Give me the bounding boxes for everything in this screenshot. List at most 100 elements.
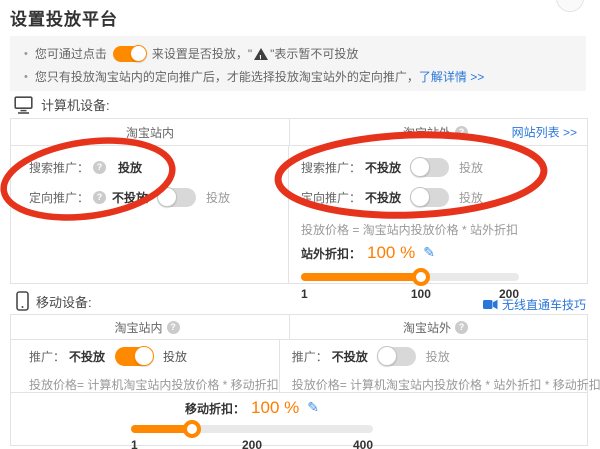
offsite-price-formula: 投放价格 = 淘宝站内投放价格 * 站外折扣: [301, 221, 587, 238]
row-alt: 投放: [426, 348, 450, 365]
edit-pencil-icon[interactable]: ✎: [423, 244, 435, 261]
header-taobao-onsite: 淘宝站内: [11, 119, 290, 145]
row-label: 定向推广：: [301, 189, 361, 206]
notice-line-1: • 您可通过点击 来设置是否投放，" "表示暂不可投放: [24, 44, 576, 64]
mobile-table: 淘宝站内 淘宝站外 推广： 不投放 投放 投放价格= 计算机淘宝站内投放价格 *…: [10, 314, 588, 446]
computer-table-header: 淘宝站内 淘宝站外 网站列表 >>: [11, 119, 587, 146]
mobile-onsite-cell: 推广： 不投放 投放 投放价格= 计算机淘宝站内投放价格 * 移动折扣: [11, 340, 280, 392]
slider-labels: 1 200 400: [131, 438, 373, 449]
mobile-offsite-row: 推广： 不投放 投放: [292, 342, 600, 370]
mobile-onsite-toggle[interactable]: [115, 347, 153, 366]
mobile-discount-block: 移动折扣： 100 % ✎ 1 200 400: [131, 398, 373, 449]
discount-value: 100 %: [367, 243, 415, 263]
toggle-knob[interactable]: [377, 346, 397, 366]
slider-fill: [301, 273, 421, 281]
notice-box: • 您可通过点击 来设置是否投放，" "表示暂不可投放 • 您只有投放淘宝站内的…: [10, 36, 586, 91]
header-taobao-offsite: 淘宝站外: [290, 315, 587, 339]
row-label: 推广：: [29, 348, 65, 365]
header-label: 淘宝站内: [114, 319, 162, 336]
slider-min-label: 1: [131, 438, 138, 449]
computer-table-body: 搜索推广： 投放 定向推广： 不投放 投放 搜索推广： 不投放 投放: [11, 146, 587, 283]
phone-icon: [16, 291, 29, 311]
bullet-icon: •: [24, 67, 28, 87]
row-alt: 投放: [459, 189, 483, 206]
row-value: 投放: [118, 159, 142, 176]
placement-settings-panel: 设置投放平台 • 您可通过点击 来设置是否投放，" "表示暂不可投放 • 您只有…: [0, 0, 600, 449]
computer-table: 淘宝站内 淘宝站外 网站列表 >> 搜索推广： 投放 定向推广： 不投放: [10, 118, 588, 284]
discount-label: 站外折扣：: [301, 245, 361, 262]
bullet-icon: •: [24, 44, 28, 64]
offsite-discount-row: 站外折扣： 100 % ✎: [301, 243, 587, 263]
slider-mid-label: 100: [411, 287, 431, 301]
mobile-offsite-toggle[interactable]: [378, 347, 416, 366]
header-label: 淘宝站外: [403, 124, 451, 141]
mobile-offsite-formula: 投放价格= 计算机淘宝站内投放价格 * 站外折扣 * 移动折扣: [292, 376, 600, 393]
header-label: 淘宝站外: [403, 319, 451, 336]
onsite-search-row: 搜索推广： 投放: [29, 152, 288, 182]
discount-value: 100 %: [251, 398, 299, 418]
header-taobao-onsite: 淘宝站内: [11, 315, 290, 339]
row-state: 不投放: [365, 189, 401, 206]
offsite-search-row: 搜索推广： 不投放 投放: [301, 152, 587, 182]
onsite-target-toggle[interactable]: [158, 188, 196, 207]
row-state: 不投放: [69, 348, 105, 365]
onsite-target-row: 定向推广： 不投放 投放: [29, 182, 288, 212]
mobile-table-body: 推广： 不投放 投放 投放价格= 计算机淘宝站内投放价格 * 移动折扣 推广： …: [11, 340, 587, 392]
row-label: 搜索推广：: [301, 159, 361, 176]
mobile-discount-row: 移动折扣： 100 % ✎: [131, 398, 373, 418]
offsite-search-toggle[interactable]: [411, 158, 449, 177]
toggle-knob[interactable]: [134, 346, 154, 366]
slider-knob[interactable]: [183, 420, 201, 438]
computer-section-label: 计算机设备:: [14, 95, 110, 114]
row-state: 不投放: [365, 159, 401, 176]
video-camera-icon: [483, 299, 498, 310]
mobile-onsite-row: 推广： 不投放 投放: [29, 342, 279, 370]
notice-text: "表示暂不可投放: [270, 44, 358, 64]
toggle-knob[interactable]: [410, 157, 430, 177]
wireless-tips-link[interactable]: 无线直通车技巧: [483, 296, 586, 313]
edit-pencil-icon[interactable]: ✎: [307, 399, 319, 416]
row-state: 不投放: [112, 189, 148, 206]
wireless-tips-label: 无线直通车技巧: [502, 296, 586, 313]
monitor-icon: [14, 96, 34, 114]
learn-more-link[interactable]: 了解详情 >>: [419, 67, 484, 87]
row-label: 定向推广：: [29, 189, 89, 206]
slider[interactable]: [301, 272, 519, 282]
warning-triangle-icon: [254, 48, 268, 60]
slider-max-label: 400: [353, 438, 373, 449]
offsite-target-toggle[interactable]: [411, 188, 449, 207]
mobile-offsite-cell: 推广： 不投放 投放 投放价格= 计算机淘宝站内投放价格 * 站外折扣 * 移动…: [280, 340, 600, 392]
help-icon[interactable]: [93, 161, 106, 174]
help-icon[interactable]: [455, 321, 468, 334]
toggle-knob[interactable]: [157, 187, 177, 207]
computer-onsite-cell: 搜索推广： 投放 定向推广： 不投放 投放: [11, 146, 289, 283]
example-toggle: [113, 46, 146, 62]
notice-text: 您只有投放淘宝站内的定向推广后，才能选择投放淘宝站外的定向推广，: [35, 67, 419, 87]
header-label: 淘宝站内: [126, 124, 174, 141]
help-icon[interactable]: [455, 126, 468, 139]
mobile-table-header: 淘宝站内 淘宝站外: [11, 315, 587, 340]
slider-knob[interactable]: [412, 268, 430, 286]
help-icon[interactable]: [167, 321, 180, 334]
corner-help-button[interactable]: [556, 0, 584, 12]
discount-label: 移动折扣：: [185, 400, 245, 417]
header-taobao-offsite: 淘宝站外 网站列表 >>: [290, 119, 587, 145]
mobile-section-label: 移动设备:: [16, 291, 92, 311]
mobile-discount-slider[interactable]: [131, 424, 373, 434]
row-alt: 投放: [459, 159, 483, 176]
slider-mid-label: 200: [242, 438, 262, 449]
offsite-target-row: 定向推广： 不投放 投放: [301, 182, 587, 212]
notice-text: 来设置是否投放，": [152, 44, 252, 64]
toggle-knob[interactable]: [410, 187, 430, 207]
website-list-link[interactable]: 网站列表 >>: [512, 124, 577, 141]
row-alt: 投放: [206, 189, 230, 206]
page-title: 设置投放平台: [10, 5, 118, 30]
mobile-discount-footer: 移动折扣： 100 % ✎ 1 200 400: [11, 392, 587, 445]
notice-text: 您可通过点击: [35, 44, 107, 64]
computer-section-title: 计算机设备:: [41, 95, 110, 114]
row-state: 不投放: [332, 348, 368, 365]
toggle-knob: [130, 45, 147, 62]
row-alt: 投放: [163, 348, 187, 365]
help-icon[interactable]: [93, 191, 106, 204]
mobile-section-title: 移动设备:: [36, 292, 92, 311]
